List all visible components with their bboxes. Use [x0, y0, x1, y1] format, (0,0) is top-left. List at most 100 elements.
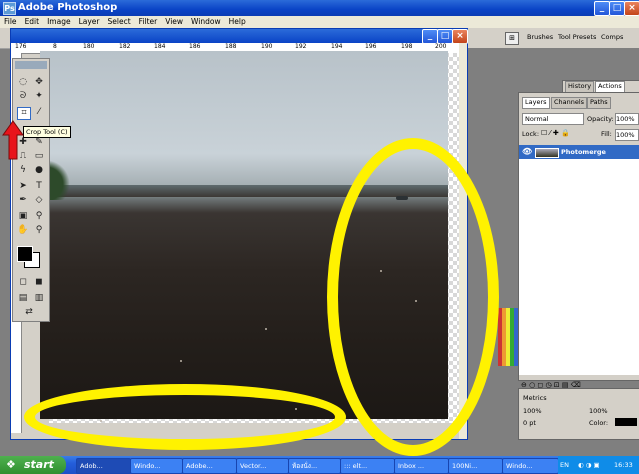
ruler-tick: 194: [331, 43, 343, 50]
opacity-field[interactable]: 100%: [615, 113, 639, 125]
clock[interactable]: 16:33: [614, 456, 633, 474]
tab-tool-presets[interactable]: Tool Presets: [558, 33, 596, 41]
standard-mode-icon[interactable]: ◼: [33, 277, 45, 288]
ruler-tick: 200: [435, 43, 447, 50]
task-button[interactable]: Inbox ...: [394, 458, 449, 474]
system-tray: EN ◐ ◑ ▣ 16:33: [558, 456, 639, 474]
screen-mode-icon[interactable]: ▤: [17, 293, 29, 304]
dodge-tool-icon[interactable]: ●: [33, 165, 45, 176]
char-font[interactable]: Metrics: [523, 394, 547, 402]
task-button[interactable]: Windo...: [130, 458, 183, 474]
eye-icon[interactable]: 👁: [522, 147, 532, 156]
task-button[interactable]: ::: elt...: [340, 458, 395, 474]
notes-tool-icon[interactable]: ▣: [17, 211, 29, 222]
opacity-label: Opacity:: [587, 115, 614, 123]
app-title: Adobe Photoshop: [18, 2, 118, 13]
hand-tool-icon[interactable]: ✋: [17, 225, 29, 236]
document-title-bar: _ □ ×: [11, 29, 468, 44]
lasso-tool-icon[interactable]: ᘐ: [17, 91, 29, 102]
tab-paths[interactable]: Paths: [587, 97, 611, 109]
doc-maximize-button[interactable]: □: [437, 29, 453, 44]
char-size-1[interactable]: 100%: [523, 407, 542, 415]
layers-panel: Layers Channels Paths Normal Opacity: 10…: [518, 92, 639, 381]
zoom-tool-icon[interactable]: ⚲: [33, 225, 45, 236]
ruler-tick: 198: [401, 43, 413, 50]
tab-channels[interactable]: Channels: [551, 97, 588, 109]
brush-tool-icon[interactable]: ✎: [33, 137, 45, 148]
task-button[interactable]: Adobe...: [182, 458, 237, 474]
ruler-tick: 186: [189, 43, 201, 50]
marquee-tool-icon[interactable]: ◌: [17, 77, 29, 88]
char-color-swatch[interactable]: [615, 418, 637, 426]
toolbox-header: [15, 61, 47, 69]
menu-view[interactable]: View: [161, 16, 187, 26]
layers-tabs: Layers Channels Paths: [519, 97, 639, 109]
task-button-photoshop[interactable]: Adob...: [76, 458, 131, 474]
task-button[interactable]: 100Ni...: [448, 458, 503, 474]
layer-footer-icons[interactable]: [519, 375, 639, 380]
tray-icons[interactable]: ◐ ◑ ▣: [578, 456, 600, 474]
crop-tool-icon[interactable]: ⌗: [17, 107, 31, 120]
language-indicator[interactable]: EN: [560, 456, 569, 474]
path-select-tool-icon[interactable]: ➤: [17, 181, 29, 192]
close-button[interactable]: ×: [624, 1, 639, 16]
character-panel: ⊖ ○ ◻ ◷ ⊡ ▤ ⌫ Metrics 100% 100% 0 pt Col…: [518, 381, 639, 440]
slice-tool-icon[interactable]: ⁄: [33, 107, 45, 118]
menu-window[interactable]: Window: [187, 16, 225, 26]
menu-image[interactable]: Image: [43, 16, 75, 26]
foreground-color-front[interactable]: [17, 246, 33, 262]
fullscreen-mode-icon[interactable]: ▥: [33, 293, 45, 304]
menu-select[interactable]: Select: [104, 16, 135, 26]
menu-filter[interactable]: Filter: [135, 16, 162, 26]
eraser-tool-icon[interactable]: ▭: [33, 151, 45, 162]
windows-logo-icon: ❖: [6, 458, 16, 471]
quick-mask-icon[interactable]: ◻: [17, 277, 29, 288]
char-tracking[interactable]: 0 pt: [523, 419, 536, 427]
panel-footer-icons[interactable]: ⊖ ○ ◻ ◷ ⊡ ▤ ⌫: [521, 381, 581, 389]
menu-help[interactable]: Help: [225, 16, 250, 26]
task-button[interactable]: Windo...: [502, 458, 559, 474]
start-button[interactable]: ❖ start: [0, 456, 66, 474]
smudge-tool-icon[interactable]: ϟ: [17, 165, 29, 176]
palette-well-icon[interactable]: ⊞: [505, 32, 519, 45]
lock-label: Lock:: [522, 130, 540, 138]
ruler-tick: 192: [295, 43, 307, 50]
blend-mode-value: Normal: [525, 115, 549, 123]
menu-layer[interactable]: Layer: [75, 16, 104, 26]
layer-row[interactable]: 👁 Photomerge: [519, 145, 639, 159]
blend-mode-select[interactable]: Normal: [522, 113, 584, 125]
rock-speck: [180, 360, 182, 362]
char-size-2[interactable]: 100%: [589, 407, 608, 415]
move-tool-icon[interactable]: ✥: [33, 77, 45, 88]
menu-edit[interactable]: Edit: [21, 16, 44, 26]
eyedropper-tool-icon[interactable]: ⚲: [33, 211, 45, 222]
pen-tool-icon[interactable]: ✒: [17, 195, 29, 206]
task-button[interactable]: Vector...: [236, 458, 289, 474]
rock-speck: [265, 328, 267, 330]
tab-layers[interactable]: Layers: [522, 97, 550, 109]
lock-icons[interactable]: ☐ ⁄ ✚ 🔒: [541, 129, 570, 137]
taskbar: ❖ start Adob... Windo... Adobe... Vector…: [0, 456, 639, 474]
fill-label: Fill:: [601, 130, 612, 138]
shape-tool-icon[interactable]: ◇: [33, 195, 45, 206]
tab-brushes[interactable]: Brushes: [527, 33, 553, 41]
ruler-tick: 176: [15, 43, 27, 50]
jump-to-imageready-icon[interactable]: ⇄: [23, 307, 35, 318]
minimize-button[interactable]: _: [594, 1, 610, 16]
maximize-button[interactable]: □: [609, 1, 625, 16]
ruler-tick: 8: [53, 43, 57, 50]
layer-list: 👁 Photomerge: [519, 145, 639, 375]
crop-tool-tooltip: Crop Tool (C): [23, 126, 71, 138]
menu-file[interactable]: File: [0, 16, 21, 26]
toolbox: ◌ ✥ ᘐ ✦ ⌗ ⁄ ✚ ✎ ⎍ ▭ ϟ ● ➤ T ✒ ◇ ▣ ⚲ ✋ ⚲ …: [12, 58, 50, 322]
yellow-ellipse-annotation-right: [327, 138, 499, 456]
photoshop-app-icon: Ps: [3, 2, 16, 15]
fill-field[interactable]: 100%: [615, 129, 639, 141]
swatches-panel[interactable]: [498, 308, 518, 366]
doc-close-button[interactable]: ×: [452, 29, 468, 44]
tab-comps[interactable]: Comps: [601, 33, 623, 41]
task-button[interactable]: ห้องนั่ง...: [288, 458, 341, 474]
doc-minimize-button[interactable]: _: [422, 29, 438, 44]
magic-wand-tool-icon[interactable]: ✦: [33, 91, 45, 102]
type-tool-icon[interactable]: T: [33, 181, 45, 192]
